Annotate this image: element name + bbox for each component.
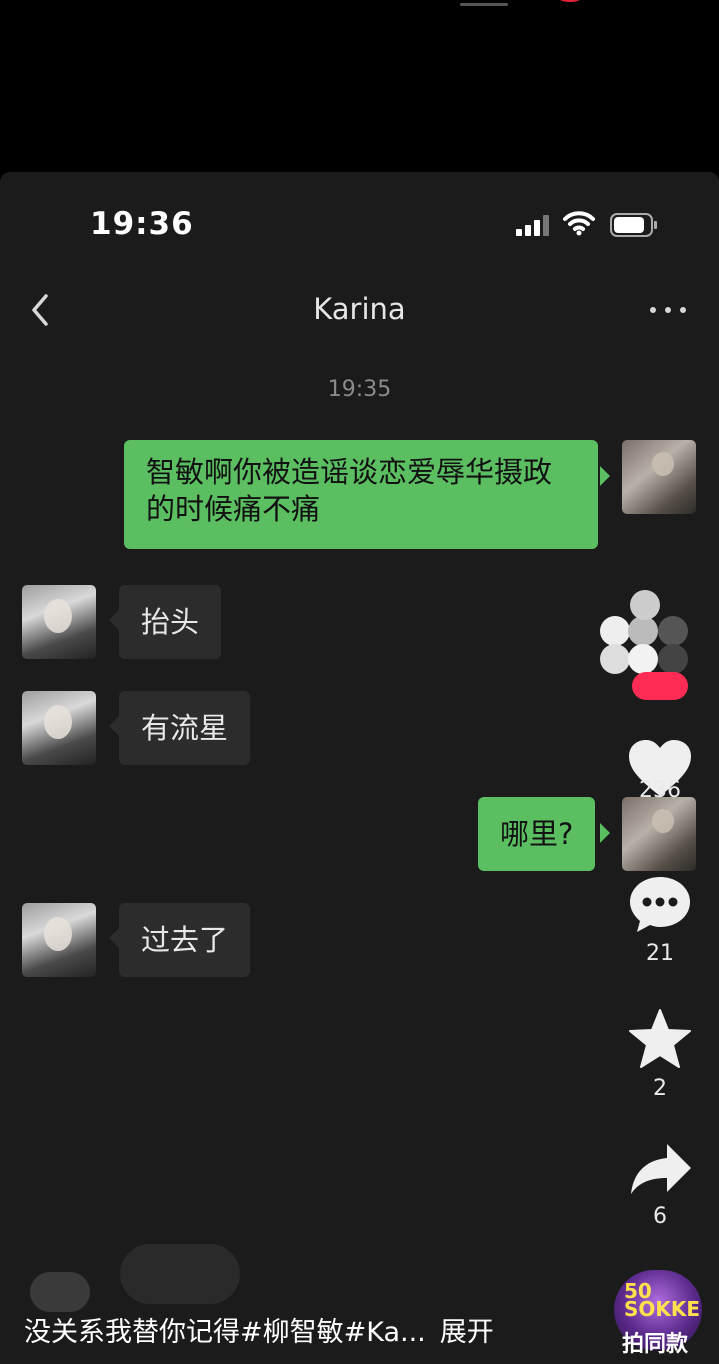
share-icon — [631, 1144, 691, 1194]
use-template-button[interactable]: 拍同款 — [622, 1326, 688, 1358]
share-count: 6 — [653, 1204, 667, 1229]
message-text: 哪里? — [500, 817, 574, 851]
expand-link[interactable]: 展开 — [440, 1317, 494, 1348]
message-text: 抬头 — [141, 605, 200, 639]
comment-button[interactable]: 21 — [620, 875, 700, 966]
incoming-message-bubble[interactable]: 有流星 — [119, 691, 251, 765]
screenshot-frame: 19:36 Karina 19:35 智敏啊你被造谣谈恋爱辱华摄政的时候痛不痛 … — [0, 172, 719, 1364]
comment-icon — [630, 877, 690, 932]
share-button[interactable]: 6 — [620, 1140, 700, 1229]
bubble-tail — [600, 466, 610, 486]
wifi-icon — [563, 211, 595, 236]
bubble-tail — [109, 716, 119, 736]
bubble-tail — [109, 928, 119, 948]
live-indicator — [552, 0, 588, 2]
contact-avatar[interactable] — [22, 691, 96, 765]
comment-count: 21 — [646, 941, 674, 966]
my-avatar[interactable] — [622, 797, 696, 871]
drag-handle[interactable] — [460, 3, 508, 6]
follow-button[interactable] — [632, 672, 688, 700]
caption-text: 没关系我替你记得#柳智敏#Ka... — [24, 1317, 426, 1348]
message-text: 智敏啊你被造谣谈恋爱辱华摄政的时候痛不痛 — [146, 455, 553, 526]
creator-avatar[interactable] — [600, 590, 692, 674]
more-options-icon[interactable] — [648, 298, 688, 322]
message-text: 过去了 — [141, 923, 229, 957]
outgoing-message-bubble[interactable]: 哪里? — [478, 797, 596, 871]
bubble-tail — [600, 823, 610, 843]
star-icon — [629, 1009, 691, 1068]
contact-avatar[interactable] — [22, 903, 96, 977]
chat-title: Karina — [313, 292, 406, 326]
like-button[interactable]: 236 — [620, 738, 700, 803]
contact-avatar[interactable] — [22, 585, 96, 659]
blurred-overlay — [30, 1272, 90, 1312]
message-text: 有流星 — [141, 711, 229, 745]
signal-icon — [516, 214, 552, 236]
my-avatar[interactable] — [622, 440, 696, 514]
video-top-strip — [0, 0, 719, 172]
video-caption[interactable]: 没关系我替你记得#柳智敏#Ka... 展开 — [24, 1310, 494, 1349]
bubble-tail — [109, 610, 119, 630]
incoming-message-bubble[interactable]: 抬头 — [119, 585, 222, 659]
status-time: 19:36 — [90, 206, 194, 242]
incoming-message-bubble[interactable]: 过去了 — [119, 903, 251, 977]
sticker-word: SOKKE — [624, 1297, 701, 1321]
favorite-button[interactable]: 2 — [620, 1008, 700, 1101]
battery-icon — [610, 213, 657, 237]
message-timestamp: 19:35 — [327, 377, 392, 402]
favorite-count: 2 — [653, 1076, 667, 1101]
blurred-overlay — [120, 1244, 240, 1304]
outgoing-message-bubble[interactable]: 智敏啊你被造谣谈恋爱辱华摄政的时候痛不痛 — [124, 440, 598, 549]
